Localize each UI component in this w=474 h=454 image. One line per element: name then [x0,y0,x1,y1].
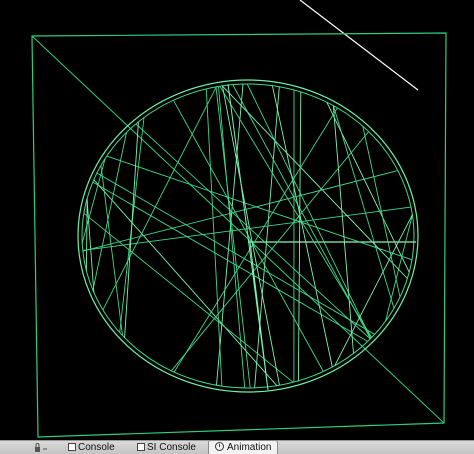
wire-spoke [97,173,375,334]
wire-spoke [333,106,394,309]
wire-spoke [101,166,123,336]
wire-spoke [107,156,412,260]
wire-spoke [272,86,332,367]
wire-spoke [298,92,300,381]
wire-spoke [86,198,87,271]
tab-animation-label: Animation [227,442,271,453]
wire-spoke [136,124,370,339]
tab-animation[interactable]: Animation [208,440,278,454]
tab-si-console-label: SI Console [147,442,196,453]
console-box-icon [137,443,145,451]
3d-viewport[interactable] [0,0,474,440]
wire-spoke [233,85,371,339]
bottom-tab-bar: Console SI Console Animation [0,440,474,454]
console-box-icon [68,443,76,451]
wire-spoke [247,84,371,338]
guide-line [300,0,418,90]
wire-spoke [363,126,400,297]
wire-spoke [103,87,216,310]
clock-icon [215,442,224,451]
wire-spoke [94,180,277,386]
tab-si-console[interactable]: SI Console [137,441,196,454]
lock-icon[interactable] [34,443,48,453]
tab-console[interactable]: Console [68,441,115,454]
wire-spoke [216,87,250,388]
wire-spoke [327,102,409,272]
wire-spoke [228,84,268,390]
tab-console-label: Console [78,442,115,453]
wireframe-scene [0,0,474,440]
wire-spoke [222,86,279,385]
wire-spoke [125,122,139,338]
ground-plane-outline [32,33,446,437]
